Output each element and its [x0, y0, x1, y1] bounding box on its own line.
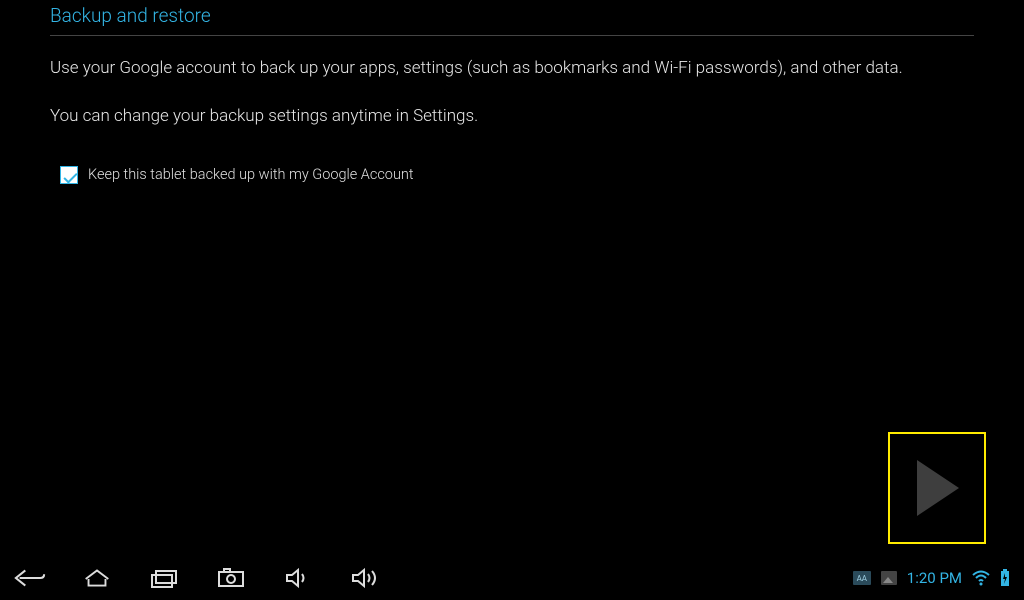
- back-button[interactable]: [14, 566, 46, 590]
- wifi-icon: [972, 570, 990, 586]
- recents-icon: [148, 567, 180, 589]
- volume-up-button[interactable]: [349, 566, 381, 590]
- next-button[interactable]: [888, 432, 986, 544]
- aa-icon: AA: [853, 571, 871, 585]
- volume-down-icon: [283, 567, 313, 589]
- play-icon: [911, 456, 963, 520]
- camera-icon: [216, 567, 246, 589]
- battery-charging-icon: [1000, 569, 1010, 587]
- wifi-indicator[interactable]: [972, 570, 990, 586]
- home-icon: [81, 567, 113, 589]
- image-icon: [881, 571, 897, 585]
- home-button[interactable]: [81, 566, 113, 590]
- page-title: Backup and restore: [50, 4, 974, 36]
- keyboard-indicator[interactable]: AA: [853, 571, 871, 585]
- system-navbar: AA 1:20 PM: [0, 556, 1024, 600]
- volume-down-button[interactable]: [282, 566, 314, 590]
- description-line-2: You can change your backup settings anyt…: [50, 106, 974, 126]
- status-clock[interactable]: 1:20 PM: [907, 569, 962, 587]
- recents-button[interactable]: [148, 566, 180, 590]
- back-icon: [14, 567, 46, 589]
- image-notification[interactable]: [881, 571, 897, 585]
- volume-up-icon: [349, 567, 381, 589]
- battery-indicator[interactable]: [1000, 569, 1010, 587]
- checkbox-icon[interactable]: [60, 166, 78, 184]
- description-line-1: Use your Google account to back up your …: [50, 56, 974, 82]
- checkbox-label: Keep this tablet backed up with my Googl…: [88, 166, 414, 183]
- screenshot-button[interactable]: [215, 566, 247, 590]
- backup-checkbox-row[interactable]: Keep this tablet backed up with my Googl…: [50, 166, 974, 184]
